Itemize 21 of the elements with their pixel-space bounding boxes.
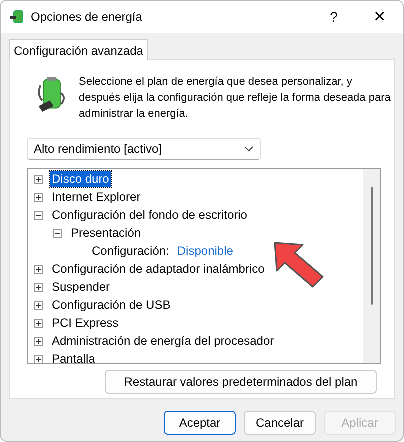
tree-item[interactable]: Configuración de USB: [50, 297, 173, 313]
restore-defaults-button[interactable]: Restaurar valores predeterminados del plan: [105, 370, 377, 394]
tree-item[interactable]: Internet Explorer: [50, 189, 143, 205]
description-text: Seleccione el plan de energía que desea personalizar, y después elija la configuración que refleje la forma deseada para administrar la energía.: [79, 75, 391, 122]
close-button[interactable]: ×: [357, 1, 403, 33]
setting-label: Configuración:: [91, 243, 170, 259]
tree-item[interactable]: PCI Express: [50, 315, 121, 331]
tree-item[interactable]: Suspender: [50, 279, 112, 295]
tree-item[interactable]: Administración de energía del procesador: [50, 333, 276, 349]
dialog-button[interactable]: Aceptar: [164, 411, 236, 435]
tree-item[interactable]: Configuración del fondo de escritorio: [50, 207, 250, 223]
tree-item[interactable]: Pantalla: [50, 351, 98, 363]
tab[interactable]: Configuración avanzada: [9, 39, 148, 60]
tree-item[interactable]: Presentación: [69, 225, 144, 241]
tree-item[interactable]: Disco duro: [50, 171, 112, 187]
plan-dropdown[interactable]: Alto rendimiento [activo]: [27, 138, 261, 160]
setting-value-link[interactable]: Disponible: [175, 244, 236, 258]
help-button[interactable]: ?: [311, 1, 357, 33]
dialog-button[interactable]: Cancelar: [244, 411, 316, 435]
tree-item[interactable]: Configuración de adaptador inalámbrico: [50, 261, 267, 277]
window-title: Opciones de energía: [31, 10, 144, 24]
